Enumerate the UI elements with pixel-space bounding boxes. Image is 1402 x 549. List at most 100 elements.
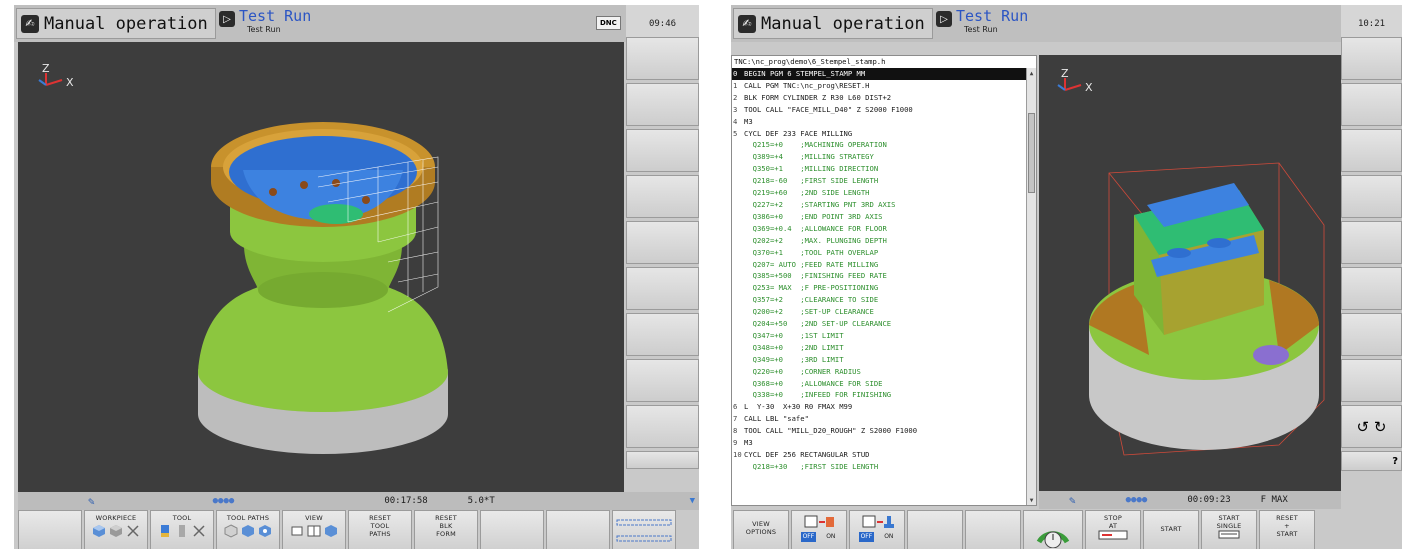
- softkey-start-single[interactable]: START SINGLE: [1201, 510, 1257, 549]
- vertical-softkey[interactable]: [1341, 267, 1402, 310]
- softkey-view-options[interactable]: VIEW OPTIONS: [733, 510, 789, 549]
- softkey-stop-at[interactable]: STOP AT: [1085, 510, 1141, 549]
- softkey-toggle-clamp-display[interactable]: OFF ON: [849, 510, 905, 549]
- vertical-softkey[interactable]: [1341, 37, 1402, 80]
- vertical-softkey[interactable]: [1341, 221, 1402, 264]
- help-softkey[interactable]: ?: [1341, 451, 1402, 471]
- softkey-view[interactable]: VIEW: [282, 510, 346, 549]
- tool-off-icon: [193, 525, 205, 537]
- program-line[interactable]: Q389=+4 ;MILLING STRATEGY: [732, 151, 1036, 163]
- vertical-softkey[interactable]: [626, 37, 699, 80]
- softkey-reset-blk-form[interactable]: RESET BLK FORM: [414, 510, 478, 549]
- tool-paths-points-icon: [259, 525, 271, 537]
- program-line[interactable]: 8 TOOL CALL "MILL_D20_ROUGH" Z S2000 F100…: [732, 425, 1036, 437]
- vertical-softkey[interactable]: [1341, 83, 1402, 126]
- program-line[interactable]: 0 BEGIN PGM 6 STEMPEL_STAMP MM: [732, 68, 1036, 80]
- softkey-empty[interactable]: [480, 510, 544, 549]
- vertical-softkey[interactable]: [626, 83, 699, 126]
- program-line[interactable]: Q349=+0 ;3RD LIMIT: [732, 354, 1036, 366]
- softkey-label: START SINGLE: [1216, 514, 1242, 530]
- program-line[interactable]: Q370=+1 ;TOOL PATH OVERLAP: [732, 247, 1036, 259]
- scroll-down-icon[interactable]: ▼: [690, 496, 695, 506]
- softkey-tool-paths[interactable]: TOOL PATHS: [216, 510, 280, 549]
- softkey-label: RESET TOOL PATHS: [369, 514, 391, 538]
- softkey-reset-tool-paths[interactable]: RESET TOOL PATHS: [348, 510, 412, 549]
- program-run-icon: ▷: [219, 11, 235, 27]
- vertical-softkey[interactable]: [626, 359, 699, 402]
- program-line[interactable]: Q253= MAX ;F PRE-POSITIONING: [732, 282, 1036, 294]
- program-line[interactable]: Q218=+30 ;FIRST SIDE LENGTH: [732, 461, 1036, 473]
- line-text: Q347=+0 ;1ST LIMIT: [744, 330, 844, 340]
- vertical-softkey[interactable]: [626, 451, 699, 469]
- program-line[interactable]: Q227=+2 ;STARTING PNT 3RD AXIS: [732, 199, 1036, 211]
- vertical-softkey[interactable]: [1341, 175, 1402, 218]
- view-plan-icon: [291, 526, 303, 536]
- softkey-label: TOOL: [172, 514, 192, 522]
- progress-dots: ●●●●: [1125, 495, 1148, 505]
- program-line[interactable]: Q385=+500 ;FINISHING FEED RATE: [732, 270, 1036, 282]
- softkey-empty[interactable]: [907, 510, 963, 549]
- program-line[interactable]: 5 CYCL DEF 233 FACE MILLING: [732, 128, 1036, 140]
- softkey-start[interactable]: START: [1143, 510, 1199, 549]
- line-text: Q200=+2 ;SET-UP CLEARANCE: [744, 307, 874, 317]
- program-line[interactable]: Q202=+2 ;MAX. PLUNGING DEPTH: [732, 235, 1036, 247]
- vertical-softkey[interactable]: [626, 129, 699, 172]
- softkey-empty[interactable]: [546, 510, 610, 549]
- program-line[interactable]: Q386=+0 ;END POINT 3RD AXIS: [732, 211, 1036, 223]
- program-line[interactable]: 9 M3: [732, 437, 1036, 449]
- program-line[interactable]: Q220=+0 ;CORNER RADIUS: [732, 366, 1036, 378]
- line-number: 4: [733, 116, 738, 126]
- program-line[interactable]: Q204=+50 ;2ND SET-UP CLEARANCE: [732, 318, 1036, 330]
- program-listing[interactable]: TNC:\nc_prog\demo\6_Stempel_stamp.h 0 BEG…: [731, 55, 1037, 506]
- vertical-softkeys: [626, 37, 699, 472]
- simulation-viewport[interactable]: Z X: [1039, 55, 1341, 491]
- program-line[interactable]: 1 CALL PGM TNC:\nc_prog\RESET.H: [732, 80, 1036, 92]
- vertical-softkey[interactable]: [626, 175, 699, 218]
- vertical-softkey[interactable]: [1341, 359, 1402, 402]
- line-text: BEGIN PGM 6 STEMPEL_STAMP MM: [744, 69, 866, 78]
- scroll-down-icon[interactable]: ▼: [1027, 495, 1036, 505]
- vertical-softkey[interactable]: [626, 221, 699, 264]
- softkey-speed-dial[interactable]: [1023, 510, 1083, 549]
- program-line[interactable]: 3 TOOL CALL "FACE_MILL_D40" Z S2000 F1000: [732, 104, 1036, 116]
- program-line[interactable]: 7 CALL LBL "safe": [732, 413, 1036, 425]
- softkey-reset-start[interactable]: RESET + START: [1259, 510, 1315, 549]
- softkey-empty[interactable]: [18, 510, 82, 549]
- program-line[interactable]: Q200=+2 ;SET-UP CLEARANCE: [732, 306, 1036, 318]
- program-line[interactable]: Q218=-60 ;FIRST SIDE LENGTH: [732, 175, 1036, 187]
- program-line[interactable]: 10 CYCL DEF 256 RECTANGULAR STUD: [732, 449, 1036, 461]
- softkey-label: VIEW OPTIONS: [745, 520, 777, 536]
- vertical-softkey[interactable]: [626, 313, 699, 356]
- program-line[interactable]: 6 L Y-30 X+30 R0 FMAX M99: [732, 401, 1036, 413]
- rotate-view-softkey[interactable]: ↺ ↻: [1341, 405, 1402, 448]
- program-line[interactable]: Q347=+0 ;1ST LIMIT: [732, 330, 1036, 342]
- softkey-label: WORKPIECE: [95, 514, 137, 522]
- softkey-empty[interactable]: [965, 510, 1021, 549]
- softkey-tool[interactable]: TOOL: [150, 510, 214, 549]
- program-line[interactable]: Q350=+1 ;MILLING DIRECTION: [732, 163, 1036, 175]
- program-line[interactable]: Q338=+0 ;INFEED FOR FINISHING: [732, 389, 1036, 401]
- line-text: Q253= MAX ;F PRE-POSITIONING: [744, 283, 879, 293]
- simulation-viewport[interactable]: Z X: [18, 42, 624, 492]
- softkey-bar-selector[interactable]: [612, 510, 676, 549]
- vertical-softkey[interactable]: [1341, 313, 1402, 356]
- vertical-softkey[interactable]: [1341, 129, 1402, 172]
- program-line[interactable]: 4 M3: [732, 116, 1036, 128]
- program-line[interactable]: 2 BLK FORM CYLINDER Z R30 L60 DIST+2: [732, 92, 1036, 104]
- vertical-softkey[interactable]: [626, 405, 699, 448]
- program-line[interactable]: Q369=+0.4 ;ALLOWANCE FOR FLOOR: [732, 223, 1036, 235]
- line-text: Q385=+500 ;FINISHING FEED RATE: [744, 271, 887, 281]
- program-line[interactable]: Q368=+0 ;ALLOWANCE FOR SIDE: [732, 378, 1036, 390]
- vertical-softkey[interactable]: [626, 267, 699, 310]
- program-line[interactable]: Q219=+60 ;2ND SIDE LENGTH: [732, 187, 1036, 199]
- program-line[interactable]: Q357=+2 ;CLEARANCE TO SIDE: [732, 294, 1036, 306]
- softkey-workpiece[interactable]: WORKPIECE: [84, 510, 148, 549]
- toggle-off: OFF: [800, 532, 817, 542]
- program-scrollbar[interactable]: ▲ ▼: [1026, 68, 1036, 505]
- scroll-up-icon[interactable]: ▲: [1027, 68, 1036, 78]
- program-line[interactable]: Q348=+0 ;2ND LIMIT: [732, 342, 1036, 354]
- scroll-thumb[interactable]: [1028, 113, 1035, 193]
- program-line[interactable]: Q215=+0 ;MACHINING OPERATION: [732, 139, 1036, 151]
- softkey-toggle-tool-display[interactable]: OFF ON: [791, 510, 847, 549]
- program-line[interactable]: Q207= AUTO ;FEED RATE MILLING: [732, 259, 1036, 271]
